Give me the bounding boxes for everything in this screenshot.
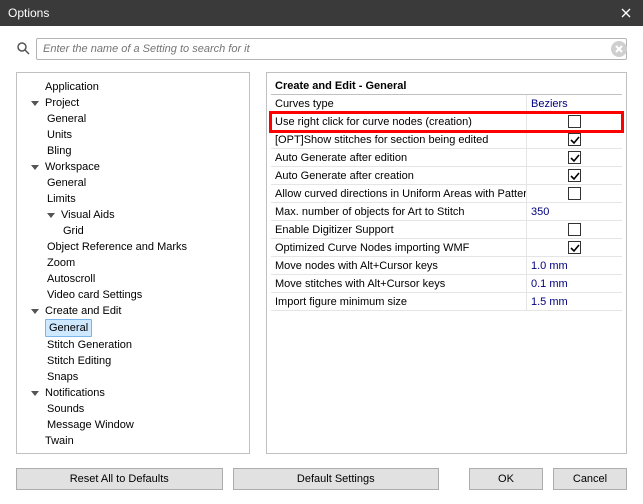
tree-item-zoom[interactable]: Zoom <box>43 255 245 271</box>
grid-row[interactable]: [OPT]Show stitches for section being edi… <box>271 131 622 149</box>
grid-row[interactable]: Move nodes with Alt+Cursor keys1.0 mm <box>271 257 622 275</box>
setting-label: Optimized Curve Nodes importing WMF <box>271 239 526 256</box>
checkbox[interactable] <box>568 187 581 200</box>
close-icon <box>615 45 623 53</box>
tree-item-grid[interactable]: Grid <box>59 223 245 239</box>
setting-value[interactable] <box>526 239 622 256</box>
ok-button[interactable]: OK <box>469 468 543 490</box>
setting-label: Max. number of objects for Art to Stitch <box>271 203 526 220</box>
checkbox[interactable] <box>568 133 581 146</box>
setting-value[interactable]: Beziers <box>526 95 622 112</box>
check-icon <box>570 135 580 145</box>
checkbox[interactable] <box>568 151 581 164</box>
chevron-down-icon[interactable] <box>45 209 57 221</box>
chevron-down-icon[interactable] <box>29 305 41 317</box>
window-title: Options <box>8 6 49 20</box>
setting-value[interactable]: 350 <box>526 203 622 220</box>
setting-value[interactable]: 1.0 mm <box>526 257 622 274</box>
tree-item-create-edit[interactable]: Create and Edit <box>27 303 245 319</box>
tree-item-notifications[interactable]: Notifications <box>27 385 245 401</box>
category-tree[interactable]: Application Project General Units Bling … <box>16 72 250 454</box>
setting-value[interactable]: 0.1 mm <box>526 275 622 292</box>
setting-label: Move stitches with Alt+Cursor keys <box>271 275 526 292</box>
tree-item-ce-stitch-gen[interactable]: Stitch Generation <box>43 337 245 353</box>
tree-item-project[interactable]: Project <box>27 95 245 111</box>
tree-item-ce-stitch-edit[interactable]: Stitch Editing <box>43 353 245 369</box>
tree-item-workspace-limits[interactable]: Limits <box>43 191 245 207</box>
checkbox[interactable] <box>568 115 581 128</box>
tree-item-object-reference[interactable]: Object Reference and Marks <box>43 239 245 255</box>
settings-grid: Create and Edit - General Curves typeBez… <box>266 72 627 454</box>
title-bar: Options <box>0 0 643 26</box>
grid-header: Create and Edit - General <box>271 77 622 95</box>
setting-value[interactable] <box>526 149 622 166</box>
setting-label: Use right click for curve nodes (creatio… <box>271 113 526 130</box>
search-input[interactable] <box>36 38 627 60</box>
checkbox[interactable] <box>568 169 581 182</box>
grid-row[interactable]: Use right click for curve nodes (creatio… <box>271 113 622 131</box>
tree-item-sounds[interactable]: Sounds <box>43 401 245 417</box>
button-bar: Reset All to Defaults Default Settings O… <box>0 462 643 502</box>
setting-value[interactable] <box>526 185 622 202</box>
chevron-down-icon[interactable] <box>29 161 41 173</box>
setting-label: Import figure minimum size <box>271 293 526 310</box>
tree-item-message-window[interactable]: Message Window <box>43 417 245 433</box>
setting-label: Auto Generate after creation <box>271 167 526 184</box>
check-icon <box>570 243 580 253</box>
checkbox[interactable] <box>568 223 581 236</box>
chevron-down-icon[interactable] <box>29 387 41 399</box>
setting-label: Curves type <box>271 95 526 112</box>
tree-item-project-units[interactable]: Units <box>43 127 245 143</box>
grid-row[interactable]: Import figure minimum size1.5 mm <box>271 293 622 311</box>
close-icon <box>621 8 631 18</box>
check-icon <box>570 153 580 163</box>
tree-item-workspace[interactable]: Workspace <box>27 159 245 175</box>
check-icon <box>570 171 580 181</box>
chevron-down-icon[interactable] <box>29 97 41 109</box>
grid-row[interactable]: Move stitches with Alt+Cursor keys0.1 mm <box>271 275 622 293</box>
grid-row[interactable]: Max. number of objects for Art to Stitch… <box>271 203 622 221</box>
default-settings-button[interactable]: Default Settings <box>233 468 440 490</box>
reset-all-button[interactable]: Reset All to Defaults <box>16 468 223 490</box>
tree-item-visual-aids[interactable]: Visual Aids <box>43 207 245 223</box>
tree-item-project-general[interactable]: General <box>43 111 245 127</box>
tree-item-autoscroll[interactable]: Autoscroll <box>43 271 245 287</box>
setting-label: Allow curved directions in Uniform Areas… <box>271 185 526 202</box>
grid-row[interactable]: Optimized Curve Nodes importing WMF <box>271 239 622 257</box>
grid-row[interactable]: Curves typeBeziers <box>271 95 622 113</box>
setting-label: Move nodes with Alt+Cursor keys <box>271 257 526 274</box>
grid-row[interactable]: Auto Generate after creation <box>271 167 622 185</box>
setting-label: Auto Generate after edition <box>271 149 526 166</box>
tree-item-application[interactable]: Application <box>27 79 245 95</box>
tree-item-ce-snaps[interactable]: Snaps <box>43 369 245 385</box>
setting-value[interactable] <box>526 167 622 184</box>
tree-item-workspace-general[interactable]: General <box>43 175 245 191</box>
tree-item-project-bling[interactable]: Bling <box>43 143 245 159</box>
setting-label: [OPT]Show stitches for section being edi… <box>271 131 526 148</box>
grid-row[interactable]: Allow curved directions in Uniform Areas… <box>271 185 622 203</box>
setting-label: Enable Digitizer Support <box>271 221 526 238</box>
setting-value[interactable] <box>526 131 622 148</box>
search-icon <box>16 41 30 58</box>
setting-value[interactable] <box>526 113 622 130</box>
tree-item-twain[interactable]: Twain <box>27 433 245 449</box>
grid-row[interactable]: Auto Generate after edition <box>271 149 622 167</box>
checkbox[interactable] <box>568 241 581 254</box>
clear-search-button[interactable] <box>611 41 627 57</box>
tree-item-video-card[interactable]: Video card Settings <box>43 287 245 303</box>
search-row <box>0 26 643 66</box>
setting-value[interactable] <box>526 221 622 238</box>
cancel-button[interactable]: Cancel <box>553 468 627 490</box>
setting-value[interactable]: 1.5 mm <box>526 293 622 310</box>
grid-row[interactable]: Enable Digitizer Support <box>271 221 622 239</box>
tree-item-ce-general[interactable]: General <box>43 319 245 337</box>
close-button[interactable] <box>617 4 635 22</box>
